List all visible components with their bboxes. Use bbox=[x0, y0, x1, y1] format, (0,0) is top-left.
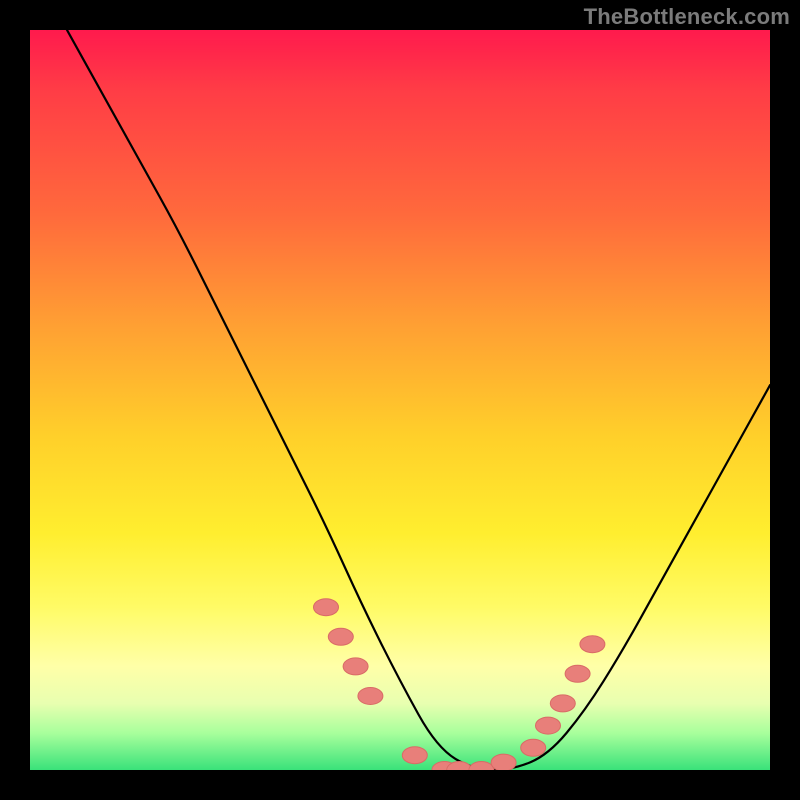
marker-point bbox=[343, 658, 368, 675]
chart-frame: TheBottleneck.com bbox=[0, 0, 800, 800]
marker-point bbox=[314, 599, 339, 616]
marker-point bbox=[550, 695, 575, 712]
marker-point bbox=[358, 688, 383, 705]
marker-point bbox=[536, 717, 561, 734]
marker-point bbox=[469, 762, 494, 771]
marker-group bbox=[314, 599, 605, 770]
marker-point bbox=[328, 628, 353, 645]
curve-line-group bbox=[67, 30, 770, 770]
watermark-text: TheBottleneck.com bbox=[584, 4, 790, 30]
marker-point bbox=[580, 636, 605, 653]
marker-point bbox=[402, 747, 427, 764]
marker-point bbox=[521, 739, 546, 756]
curve-svg bbox=[30, 30, 770, 770]
marker-point bbox=[491, 754, 516, 770]
marker-point bbox=[565, 665, 590, 682]
bottleneck-curve bbox=[67, 30, 770, 770]
plot-area bbox=[30, 30, 770, 770]
